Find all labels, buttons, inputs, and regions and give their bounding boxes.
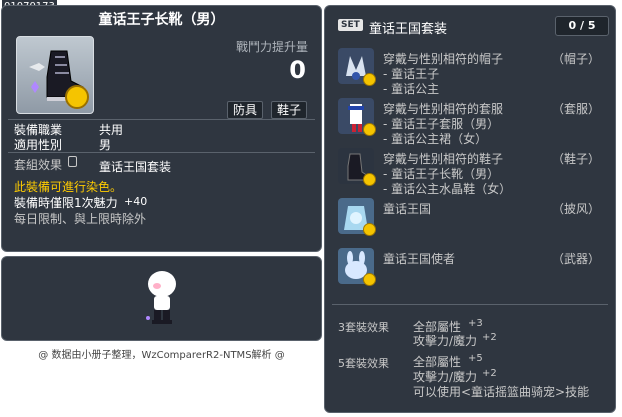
bonus5-value-1: +5 [468, 353, 483, 364]
footer-credit: @ 数据由小册子整理，WzComparerR2-NTMS解析 @ [38, 350, 285, 361]
bonus3-value-1: +3 [468, 318, 483, 329]
set-row-5-type: （武器） [551, 252, 600, 266]
bonus3-value-2: +2 [482, 332, 497, 343]
bonus5-label: 5套裝效果 [338, 357, 389, 370]
tag-armor: 防具 [227, 101, 264, 119]
tag-shoes: 鞋子 [271, 101, 308, 119]
bonus5-value-2: +2 [482, 368, 497, 379]
set-row-1-type: （帽子） [551, 52, 600, 66]
character-avatar [146, 271, 176, 324]
gold-coin-icon [363, 223, 376, 236]
set-row-5-title: 童话王国使者 [383, 252, 456, 266]
bonus3-stat-2: 攻擊力/魔力 [413, 334, 478, 348]
bonus5-stat-3: 可以使用<童话摇篮曲骑宠>技能 [413, 385, 590, 399]
charm-value: +40 [124, 195, 148, 208]
gender-value: 男 [99, 138, 112, 152]
set-row-2-part-2: - 童话公主裙（女） [383, 132, 488, 146]
item-image-box [16, 36, 94, 114]
set-row-3-part-2: - 童话公主水晶鞋（女） [383, 182, 512, 196]
set-badge: SET [338, 19, 363, 31]
gold-coin-icon [363, 73, 376, 86]
set-row-4-type: （披风） [551, 202, 600, 216]
suit-icon [338, 98, 376, 136]
divider [8, 119, 315, 120]
gold-coin-icon [363, 273, 376, 286]
set-name: 童话王国套装 [369, 22, 448, 37]
gold-coin-icon [65, 85, 89, 109]
divider [332, 304, 608, 305]
set-row-3-type: （鞋子） [551, 152, 600, 166]
daily-note: 每日限制、與上限時除外 [14, 212, 147, 226]
gold-coin-icon [363, 123, 376, 136]
cape-icon [338, 198, 376, 236]
gender-label: 適用性別 [14, 138, 63, 152]
hat-icon [338, 48, 376, 86]
set-count: 0 / 5 [555, 16, 609, 36]
set-row-1-part-2: - 童话公主 [383, 82, 440, 96]
charm-label: 裝備時僅限1次魅力 [14, 196, 118, 210]
set-effect-label: 套組效果 [14, 158, 63, 172]
power-value: 0 [289, 56, 306, 84]
item-title: 童话王子长靴（男） [98, 12, 225, 28]
divider [8, 152, 315, 153]
bonus3-label: 3套裝效果 [338, 321, 389, 334]
set-row-2-type: （套服） [551, 102, 600, 116]
weapon-icon [338, 248, 376, 286]
shoes-icon [338, 148, 376, 186]
gold-coin-icon [363, 173, 376, 186]
set-row-4-title: 童话王国 [383, 202, 432, 216]
power-label: 戰鬥力提升量 [236, 40, 309, 54]
lock-icon [68, 156, 77, 167]
dye-note: 此裝備可進行染色。 [14, 180, 123, 194]
set-effect-value[interactable]: 童话王国套装 [99, 158, 171, 175]
